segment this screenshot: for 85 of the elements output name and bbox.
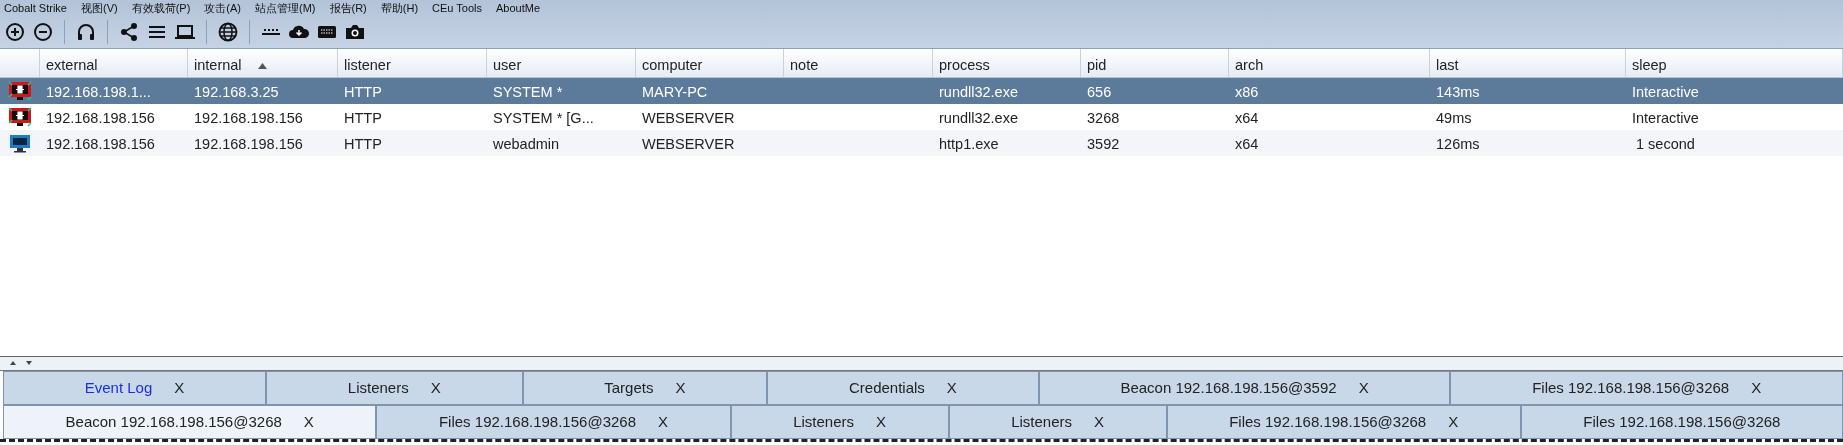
table-cell: HTTP xyxy=(344,110,382,126)
table-cell: WEBSERVER xyxy=(642,136,735,152)
close-button[interactable]: X xyxy=(946,376,957,400)
table-cell: 3268 xyxy=(1087,110,1120,126)
table-cell: 143ms xyxy=(1436,84,1480,100)
close-button[interactable]: X xyxy=(1448,410,1459,434)
column-header[interactable]: process xyxy=(933,49,1081,77)
table-cell: rundll32.exe xyxy=(939,110,1018,126)
table-cell: Interactive xyxy=(1632,110,1699,126)
tab[interactable]: Listeners X xyxy=(948,405,1167,439)
table-cell: HTTP xyxy=(344,136,382,152)
menu-item[interactable]: 站点管理(M) xyxy=(255,0,316,16)
column-header[interactable]: external xyxy=(40,49,188,77)
column-header[interactable]: user xyxy=(487,49,636,77)
menu-item[interactable]: 帮助(H) xyxy=(380,0,419,16)
menu-item[interactable]: 攻击(A) xyxy=(204,0,241,16)
close-button[interactable]: X xyxy=(658,410,668,434)
close-button[interactable]: X xyxy=(1358,376,1369,400)
column-header[interactable]: internal xyxy=(188,49,338,77)
table-cell: MARY-PC xyxy=(642,84,708,100)
menu-item[interactable]: 视图(V) xyxy=(81,0,118,16)
table-cell: http1.exe xyxy=(939,136,999,152)
tab[interactable]: Files 192.168.198.156@3268 X xyxy=(1166,405,1521,439)
collapse-arrows-icon[interactable] xyxy=(8,359,34,367)
table-cell: rundll32.exe xyxy=(939,84,1018,100)
share-icon[interactable] xyxy=(118,21,140,43)
table-cell: 192.168.198.156 xyxy=(46,136,155,152)
table-cell: SYSTEM * [G... xyxy=(493,110,594,126)
table-cell: 49ms xyxy=(1436,110,1472,126)
menu-item[interactable]: 有效载荷(P) xyxy=(131,0,191,16)
table-cell: HTTP xyxy=(344,84,382,100)
column-header[interactable]: sleep xyxy=(1626,49,1843,77)
column-header[interactable]: computer xyxy=(636,49,784,77)
table-row[interactable]: 192.168.198.156 192.168.198.156 HTTP webadmin WEBSERVER http1.exe 3592 x64 126ms 1 second xyxy=(0,130,1843,156)
computer-icon xyxy=(8,107,32,127)
menu-item[interactable]: AboutMe xyxy=(496,0,541,16)
close-button[interactable]: X xyxy=(1094,410,1105,434)
headphones-icon[interactable] xyxy=(75,21,97,43)
table-cell: 192.168.198.156 xyxy=(46,110,155,126)
column-header[interactable]: last xyxy=(1430,49,1626,77)
close-button[interactable]: X xyxy=(174,376,185,400)
column-header[interactable]: listener xyxy=(338,49,487,77)
tab[interactable]: Beacon 192.168.198.156@3592 X xyxy=(1038,371,1451,405)
tab[interactable]: Files 192.168.198.156@3268 xyxy=(1520,405,1843,439)
tab[interactable]: Beacon 192.168.198.156@3268 X xyxy=(3,405,377,439)
table-cell: 192.168.198.1... xyxy=(46,84,151,100)
close-button[interactable]: X xyxy=(1751,376,1762,400)
close-button[interactable]: X xyxy=(675,376,686,400)
add-icon[interactable] xyxy=(4,21,26,43)
table-cell: 126ms xyxy=(1436,136,1480,152)
table-cell: Interactive xyxy=(1632,84,1699,100)
column-header[interactable]: arch xyxy=(1229,49,1430,77)
remove-icon[interactable] xyxy=(32,21,54,43)
column-header[interactable]: pid xyxy=(1081,49,1229,77)
globe-icon[interactable] xyxy=(217,21,239,43)
tab[interactable]: Event Log X xyxy=(3,371,267,405)
table-row[interactable]: 192.168.198.1... 192.168.3.25 HTTP SYSTEM * MARY-PC rundll32.exe 656 x86 143ms Interactive xyxy=(0,78,1843,104)
menu-item[interactable]: Cobalt Strike xyxy=(4,0,67,16)
menu-item[interactable]: CEu Tools xyxy=(432,0,482,16)
table-cell: 192.168.198.156 xyxy=(194,110,303,126)
table-row[interactable]: 192.168.198.156 192.168.198.156 HTTP SYSTEM * [G... WEBSERVER rundll32.exe 3268 x64 49ms Interactive xyxy=(0,104,1843,130)
table-cell: x86 xyxy=(1235,84,1259,100)
tab[interactable]: Listeners X xyxy=(266,371,523,405)
close-button[interactable]: X xyxy=(303,410,314,434)
table-cell: 192.168.3.25 xyxy=(194,84,279,100)
tab[interactable]: Files 192.168.198.156@3268 X xyxy=(376,405,731,439)
close-button[interactable]: X xyxy=(430,376,441,400)
table-cell: 656 xyxy=(1087,84,1112,100)
close-button[interactable]: X xyxy=(876,410,887,434)
table-cell: WEBSERVER xyxy=(642,110,735,126)
column-header[interactable]: note xyxy=(784,49,933,77)
tab[interactable]: Listeners X xyxy=(730,405,949,439)
table-cell: 192.168.198.156 xyxy=(194,136,303,152)
table-cell: x64 xyxy=(1235,136,1259,152)
tab[interactable]: Targets X xyxy=(522,371,768,405)
table-cell-text: 1 second xyxy=(1635,136,1695,152)
menu-item[interactable]: 报告(R) xyxy=(329,0,367,16)
table-cell: SYSTEM * xyxy=(493,84,563,100)
table-cell: 3592 xyxy=(1087,136,1120,152)
tab[interactable]: Files 192.168.198.156@3268 X xyxy=(1450,371,1843,405)
computer-icon xyxy=(8,133,32,153)
table-cell: webadmin xyxy=(493,136,560,152)
table-cell: x64 xyxy=(1235,110,1259,126)
computer-icon xyxy=(8,81,32,101)
tab[interactable]: Credentials X xyxy=(767,371,1039,405)
